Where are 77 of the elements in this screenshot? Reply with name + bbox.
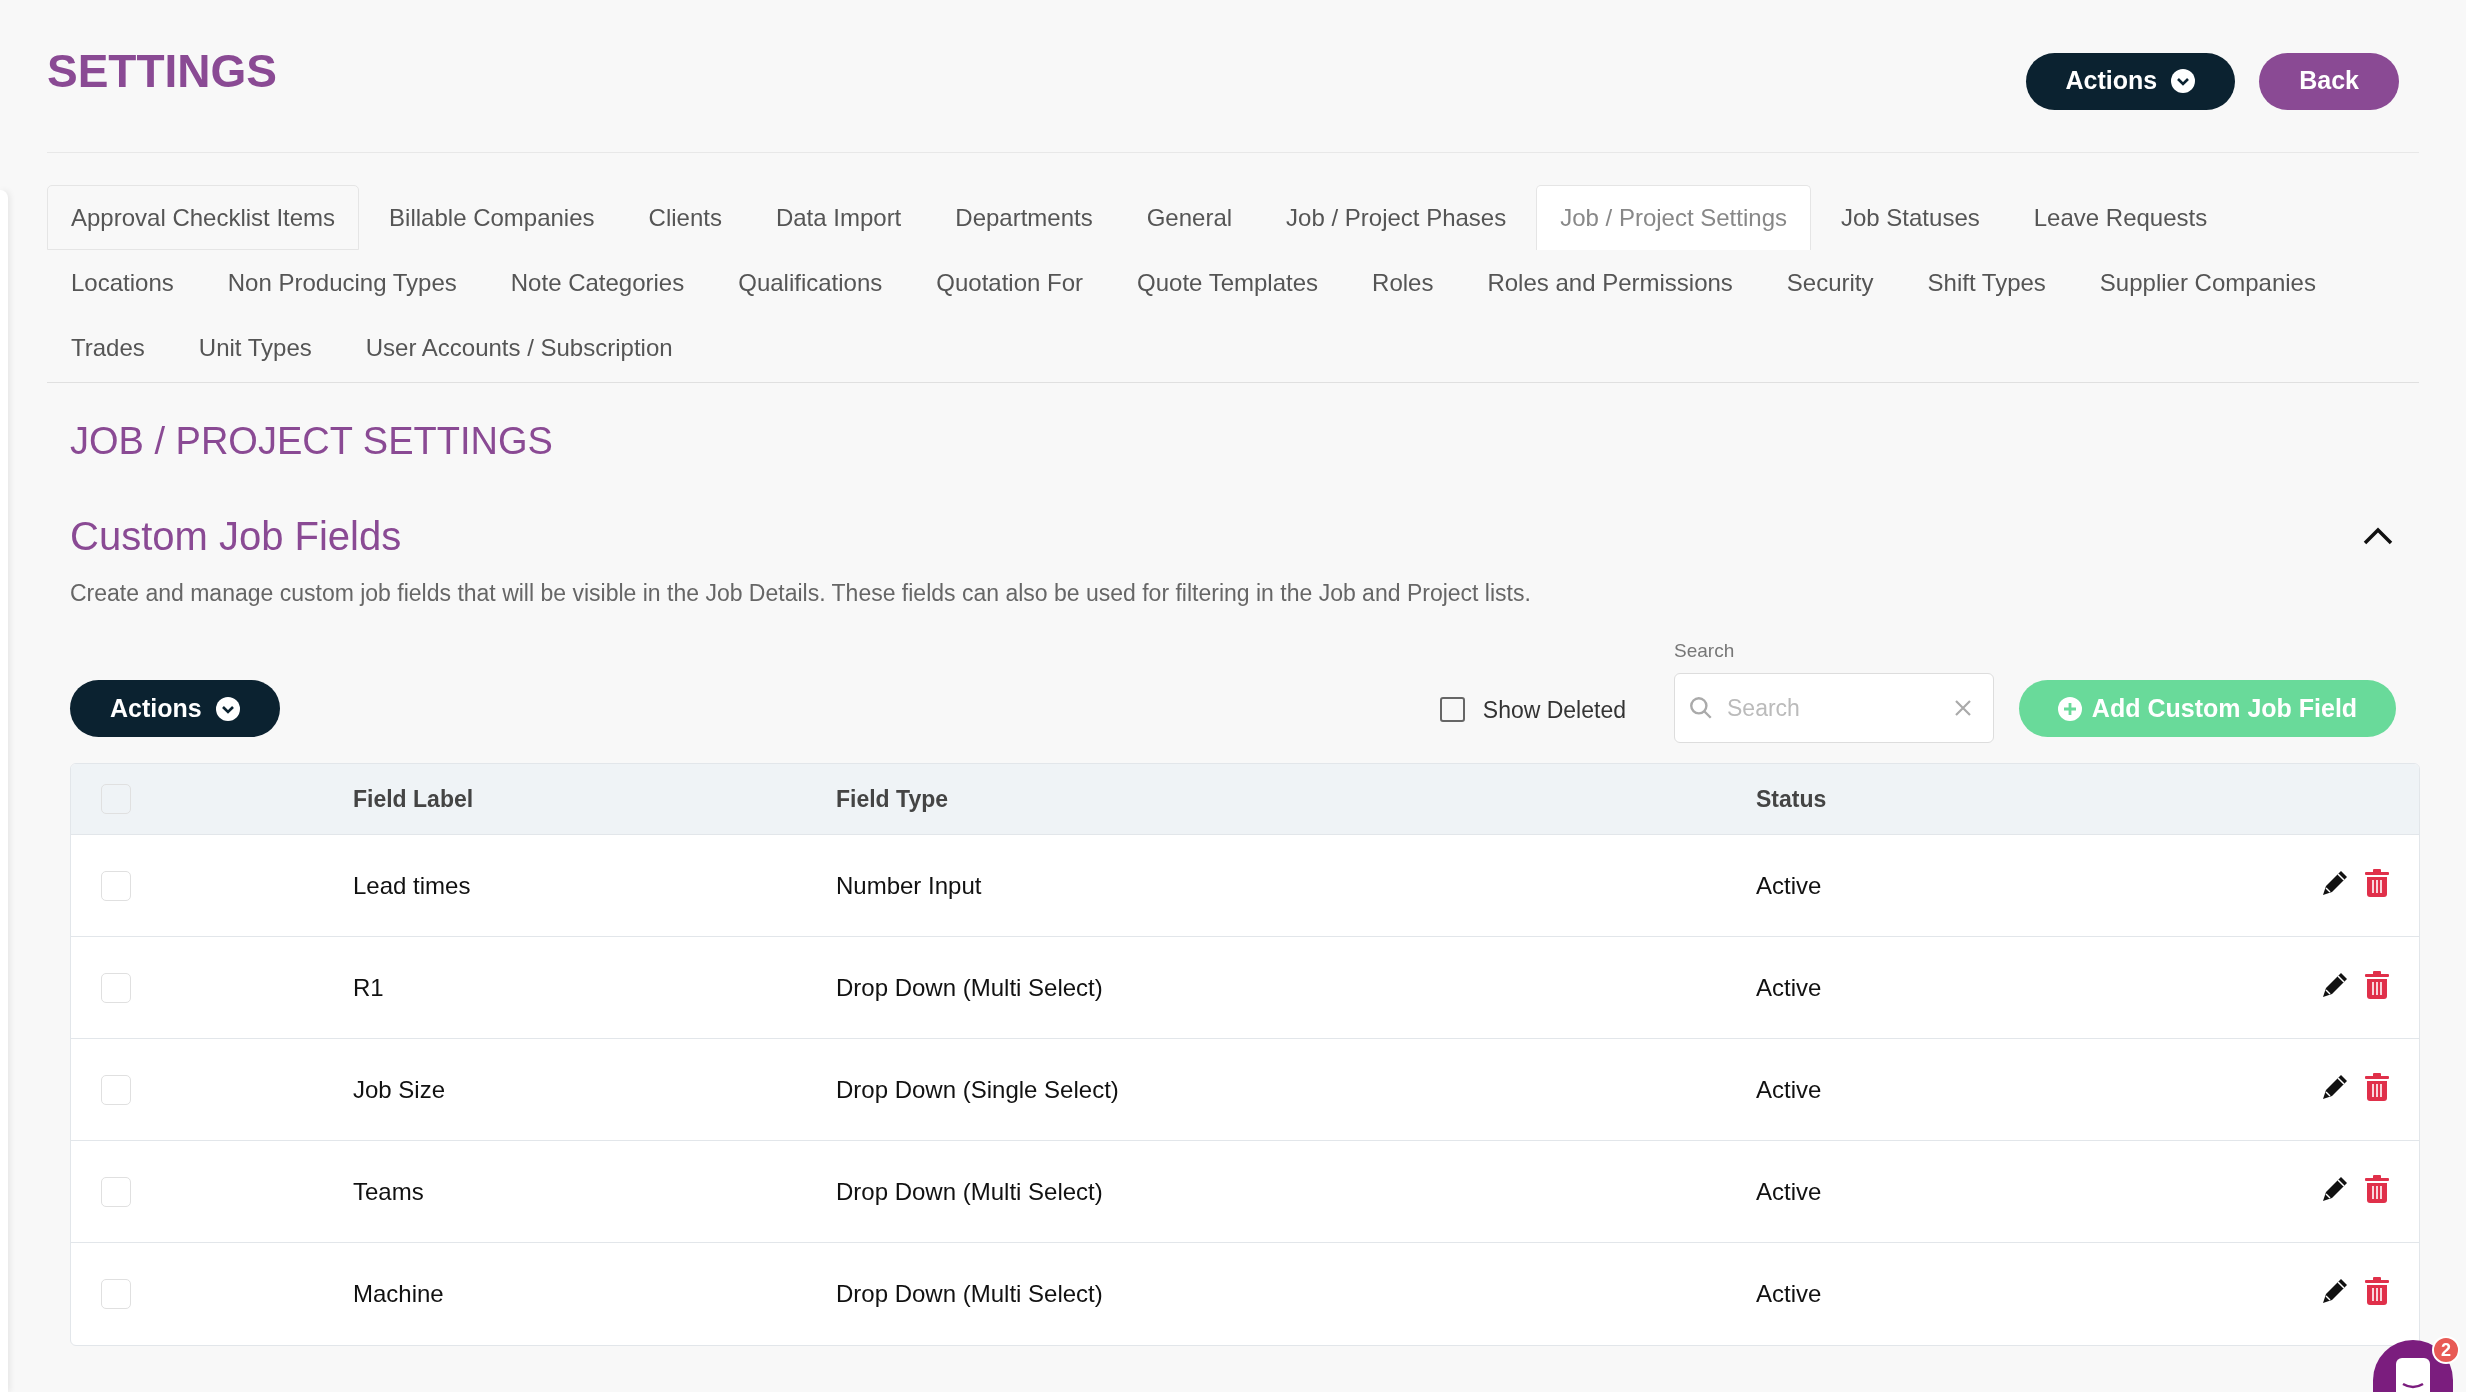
settings-tab[interactable]: User Accounts / Subscription xyxy=(341,315,697,380)
table-cell-text: Job Size xyxy=(353,1074,446,1105)
settings-tab[interactable]: Roles and Permissions xyxy=(1463,250,1757,315)
settings-tab[interactable]: Roles xyxy=(1348,250,1458,315)
settings-tab[interactable]: Security xyxy=(1762,250,1898,315)
settings-tab[interactable]: Quote Templates xyxy=(1113,250,1343,315)
settings-tab[interactable]: General xyxy=(1122,185,1257,250)
settings-tab[interactable]: Departments xyxy=(931,185,1117,250)
table-cell-text: Active xyxy=(1756,972,1822,1003)
row-checkbox[interactable] xyxy=(101,1279,131,1309)
table-cell-text: Machine xyxy=(353,1279,444,1309)
edit-icon[interactable] xyxy=(2321,1277,2349,1305)
plus-icon xyxy=(2057,696,2082,721)
settings-tab[interactable]: Job Statuses xyxy=(1817,185,2004,250)
row-checkbox[interactable] xyxy=(101,972,131,1003)
column-header: Field Label xyxy=(353,784,474,814)
panel-title: Custom Job Fields xyxy=(70,513,402,560)
edit-icon[interactable] xyxy=(2321,1174,2349,1203)
settings-tab[interactable]: Leave Requests xyxy=(2009,185,2232,250)
settings-tab[interactable]: Billable Companies xyxy=(365,185,619,250)
show-deleted-checkbox[interactable] xyxy=(1439,697,1465,723)
search-label: Search xyxy=(1674,638,1736,663)
settings-tab[interactable]: Job / Project Settings xyxy=(1536,185,1811,250)
search-field[interactable]: Search xyxy=(1674,673,1994,743)
table-cell-text: Number Input xyxy=(836,870,982,901)
panel-description: Create and manage custom job fields that will be visible in the Job Details. These fields can also be used for filtering in the Job and Project lists. xyxy=(70,579,1532,608)
chevron-down-icon xyxy=(2171,69,2196,93)
chat-icon xyxy=(2396,1358,2430,1392)
row-checkbox[interactable] xyxy=(101,1176,131,1207)
table-cell-text: Active xyxy=(1756,1176,1822,1207)
table-cell-text: R1 xyxy=(353,972,384,1003)
collapse-button[interactable] xyxy=(2362,526,2394,546)
edit-icon[interactable] xyxy=(2321,970,2349,999)
table-cell-text: Drop Down (Multi Select) xyxy=(836,1279,1103,1309)
table-cell-text: Active xyxy=(1756,1279,1822,1309)
settings-tab[interactable]: Trades xyxy=(47,315,169,380)
page-title: SETTINGS xyxy=(47,43,278,99)
table-cell-text: Drop Down (Multi Select) xyxy=(836,1176,1103,1207)
notification-badge: 2 xyxy=(2432,1336,2460,1364)
row-checkbox[interactable] xyxy=(101,1074,131,1105)
section-title: JOB / PROJECT SETTINGS xyxy=(70,419,554,464)
settings-tab[interactable]: Approval Checklist Items xyxy=(47,185,360,250)
column-header: Status xyxy=(1756,784,1827,814)
table-cell-text: Active xyxy=(1756,1074,1822,1105)
search-icon xyxy=(1688,695,1714,721)
edit-icon[interactable] xyxy=(2321,868,2349,897)
chevron-icon xyxy=(2362,526,2394,546)
settings-tab[interactable]: Unit Types xyxy=(174,315,336,380)
settings-tab[interactable]: Clients xyxy=(624,185,746,250)
settings-tab[interactable]: Shift Types xyxy=(1903,250,2070,315)
delete-icon[interactable] xyxy=(2365,1277,2389,1305)
delete-icon[interactable] xyxy=(2365,1174,2389,1203)
column-header: Field Type xyxy=(836,784,949,814)
settings-tab[interactable]: Locations xyxy=(47,250,198,315)
settings-tab[interactable]: Supplier Companies xyxy=(2075,250,2340,315)
table-cell-text: Drop Down (Single Select) xyxy=(836,1074,1119,1105)
table-cell-text: Drop Down (Multi Select) xyxy=(836,972,1103,1003)
table-cell-text: Lead times xyxy=(353,870,471,901)
settings-tab[interactable]: Note Categories xyxy=(486,250,709,315)
table-cell-text: Active xyxy=(1756,870,1822,901)
settings-tab[interactable]: Quotation For xyxy=(912,250,1108,315)
delete-icon[interactable] xyxy=(2365,970,2389,999)
clear-icon[interactable] xyxy=(1954,699,1972,717)
back-button[interactable]: Back xyxy=(2259,52,2399,110)
settings-tab[interactable]: Data Import xyxy=(751,185,926,250)
table-cell-text: Teams xyxy=(353,1176,424,1207)
settings-tab[interactable]: Non Producing Types xyxy=(203,250,481,315)
settings-tab[interactable]: Qualifications xyxy=(714,250,907,315)
settings-tab[interactable]: Job / Project Phases xyxy=(1262,185,1531,250)
actions-button[interactable]: Actions xyxy=(70,680,280,737)
row-checkbox[interactable] xyxy=(101,870,131,901)
show-deleted-label: Show Deleted xyxy=(1482,695,1626,725)
delete-icon[interactable] xyxy=(2365,868,2389,897)
edit-icon[interactable] xyxy=(2321,1072,2349,1101)
chevron-down-icon xyxy=(215,696,240,721)
actions-button[interactable]: Actions xyxy=(2025,52,2236,110)
delete-icon[interactable] xyxy=(2365,1072,2389,1101)
